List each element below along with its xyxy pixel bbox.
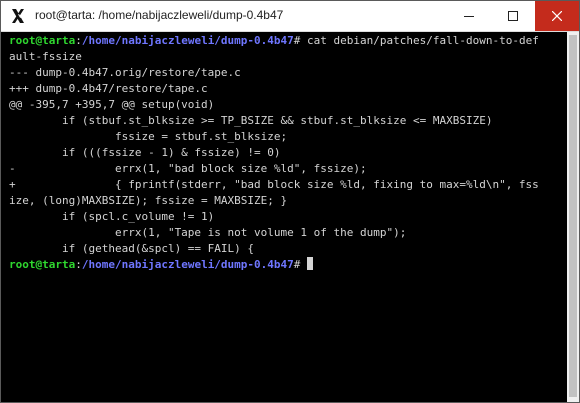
maximize-icon — [508, 11, 518, 21]
output-line: if (gethead(&spcl) == FAIL) { — [9, 242, 255, 255]
output-line: if (((fssize - 1) & fssize) != 0) — [9, 146, 281, 159]
output-line: + { fprintf(stderr, "bad block size %ld,… — [9, 178, 539, 191]
prompt-path: /home/nabijaczleweli/dump-0.4b47 — [81, 34, 294, 47]
minimize-icon — [464, 16, 474, 17]
maximize-button[interactable] — [491, 1, 535, 31]
scrollbar-thumb[interactable] — [569, 35, 577, 397]
output-line: +++ dump-0.4b47/restore/tape.c — [9, 82, 208, 95]
output-line: ize, (long)MAXBSIZE); fssize = MAXBSIZE;… — [9, 194, 288, 207]
terminal-window: root@tarta: /home/nabijaczleweli/dump-0.… — [0, 0, 580, 403]
output-line: @@ -395,7 +395,7 @@ setup(void) — [9, 98, 215, 111]
close-icon — [552, 11, 562, 21]
prompt-symbol: # — [293, 258, 301, 271]
x-window-icon — [12, 9, 24, 23]
title-bar[interactable]: root@tarta: /home/nabijaczleweli/dump-0.… — [1, 1, 579, 32]
output-line: - errx(1, "bad block size %ld", fssize); — [9, 162, 367, 175]
prompt-line[interactable]: root@tarta:/home/nabijaczleweli/dump-0.4… — [9, 257, 565, 273]
window-title: root@tarta: /home/nabijaczleweli/dump-0.… — [35, 8, 284, 22]
prompt-user-host: root@tarta — [9, 258, 76, 271]
prompt-colon: : — [75, 34, 82, 47]
minimize-button[interactable] — [447, 1, 491, 31]
prompt-colon: : — [75, 258, 82, 271]
prompt-path: /home/nabijaczleweli/dump-0.4b47 — [81, 258, 294, 271]
output-line: if (spcl.c_volume != 1) — [9, 210, 215, 223]
command-text-wrapped: ault-fssize — [9, 50, 82, 63]
output-line: fssize = stbuf.st_blksize; — [9, 130, 288, 143]
output-line: errx(1, "Tape is not volume 1 of the dum… — [9, 226, 407, 239]
vertical-scrollbar[interactable] — [567, 32, 579, 402]
output-line: if (stbuf.st_blksize >= TP_BSIZE && stbu… — [9, 114, 493, 127]
output-line: --- dump-0.4b47.orig/restore/tape.c — [9, 66, 241, 79]
command-line: root@tarta:/home/nabijaczleweli/dump-0.4… — [9, 33, 565, 49]
prompt-user-host: root@tarta — [9, 34, 76, 47]
close-button[interactable] — [535, 1, 579, 31]
command-text: cat debian/patches/fall-down-to-def — [300, 34, 539, 47]
text-cursor — [307, 257, 314, 270]
terminal-output-area[interactable]: root@tarta:/home/nabijaczleweli/dump-0.4… — [3, 33, 565, 400]
